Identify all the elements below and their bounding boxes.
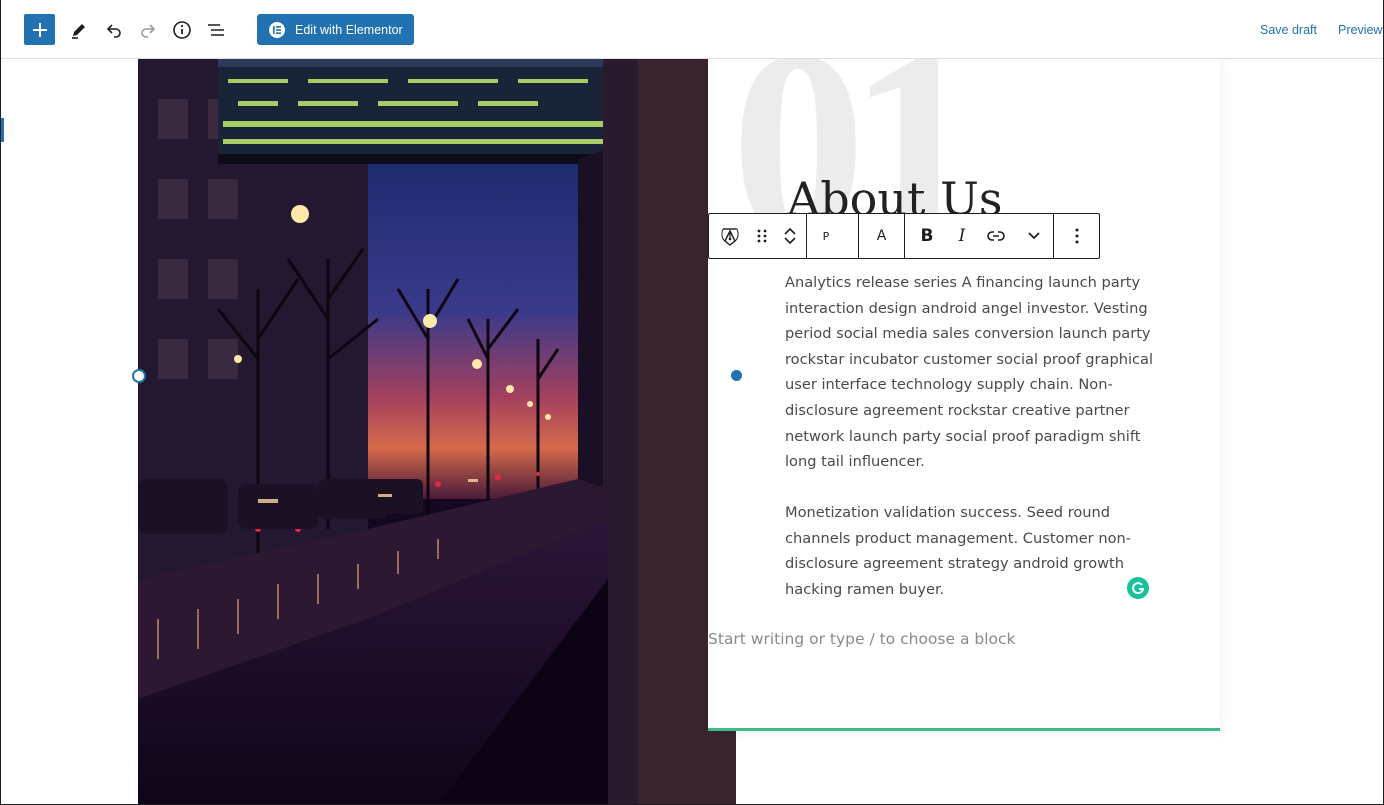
elementor-logo-icon	[269, 21, 285, 38]
grammarly-button[interactable]	[1127, 577, 1149, 599]
scroll-edge-marker	[1, 118, 4, 142]
redo-icon	[141, 24, 156, 38]
bold-button[interactable]: B	[905, 214, 949, 258]
paragraph-block-2[interactable]: Monetization validation success. Seed ro…	[785, 500, 1157, 602]
column-resize-handle[interactable]	[731, 370, 742, 381]
pencil-icon	[72, 24, 85, 39]
block-toolbar-group-options	[1054, 214, 1099, 258]
block-type-button[interactable]	[709, 214, 751, 258]
block-type-icon	[721, 228, 739, 246]
editor-frame: Edit with Elementor Save draft Preview 0…	[0, 0, 1384, 805]
italic-button[interactable]: I	[949, 214, 975, 258]
night-street-photo	[138, 59, 736, 804]
paragraph-block-1[interactable]: Analytics release series A financing lau…	[785, 270, 1157, 475]
block-toolbar-group-move	[709, 214, 807, 258]
info-icon	[173, 21, 191, 39]
block-appender-placeholder[interactable]: Start writing or type / to choose a bloc…	[708, 630, 1016, 648]
link-button[interactable]	[975, 214, 1017, 258]
undo-button[interactable]	[98, 14, 130, 46]
list-view-button[interactable]	[200, 14, 232, 46]
move-down-icon[interactable]	[783, 236, 797, 246]
more-options-icon	[1075, 228, 1078, 244]
block-toolbar: P A B I	[708, 213, 1100, 259]
more-options-button[interactable]	[1054, 214, 1099, 258]
card-accent-border	[708, 728, 1220, 731]
block-toolbar-group-format: B I	[905, 214, 1054, 258]
block-toolbar-group-color: A	[859, 214, 905, 258]
move-buttons	[774, 214, 806, 258]
link-icon	[987, 231, 1005, 241]
tools-button[interactable]	[63, 14, 95, 46]
undo-icon	[106, 24, 121, 38]
text-color-button[interactable]: A	[859, 214, 904, 258]
image-resize-handle[interactable]	[132, 369, 146, 383]
preview-button[interactable]: Preview	[1338, 23, 1382, 37]
grammarly-icon	[1132, 582, 1145, 595]
plus-icon	[32, 22, 47, 37]
paragraph-tag-button[interactable]: P	[807, 214, 845, 258]
cover-image[interactable]	[138, 59, 736, 804]
move-up-icon[interactable]	[783, 226, 797, 236]
drag-handle-icon	[758, 229, 767, 243]
redo-button[interactable]	[132, 14, 164, 46]
add-block-button[interactable]	[24, 14, 55, 45]
edit-with-elementor-label: Edit with Elementor	[295, 22, 403, 37]
edit-with-elementor-button[interactable]: Edit with Elementor	[257, 14, 414, 45]
block-toolbar-group-tag: P	[807, 214, 859, 258]
drag-handle-button[interactable]	[751, 214, 775, 258]
details-button[interactable]	[166, 14, 198, 46]
chevron-down-icon	[1028, 232, 1040, 240]
save-draft-button[interactable]: Save draft	[1260, 23, 1317, 37]
more-rich-text-button[interactable]	[1017, 214, 1051, 258]
list-view-icon	[208, 24, 224, 36]
editor-toolbar: Edit with Elementor Save draft Preview	[1, 0, 1383, 59]
